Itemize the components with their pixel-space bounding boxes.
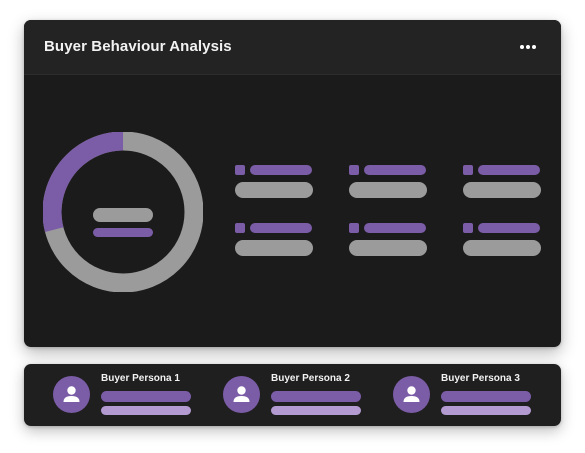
legend-label-placeholder (250, 165, 312, 175)
legend-label-placeholder (364, 223, 426, 233)
donut-center-value-placeholder (93, 228, 153, 237)
persona-bar-secondary (271, 406, 361, 415)
persona-bar-secondary (441, 406, 531, 415)
more-dot-icon (532, 45, 536, 49)
user-avatar-icon (53, 376, 90, 413)
legend-label-placeholder (478, 223, 540, 233)
user-avatar-icon (393, 376, 430, 413)
legend-value-placeholder (349, 182, 427, 198)
persona-bar-secondary (101, 406, 191, 415)
persona-card-2[interactable]: Buyer Persona 2 (223, 364, 393, 426)
more-dot-icon (526, 45, 530, 49)
legend-swatch (235, 223, 245, 233)
persona-name: Buyer Persona 2 (271, 373, 350, 384)
legend-swatch (349, 223, 359, 233)
legend-value-placeholder (235, 182, 313, 198)
legend-label-placeholder (250, 223, 312, 233)
donut-chart (43, 132, 203, 292)
card-header: Buyer Behaviour Analysis (24, 20, 561, 75)
persona-bar: Buyer Persona 1 Buyer Persona 2 Buyer Pe… (24, 364, 561, 426)
legend-swatch (463, 223, 473, 233)
persona-bar-primary (101, 391, 191, 402)
legend-swatch (349, 165, 359, 175)
persona-name: Buyer Persona 3 (441, 373, 520, 384)
more-dot-icon (520, 45, 524, 49)
analysis-card: Buyer Behaviour Analysis (24, 20, 561, 347)
legend-value-placeholder (463, 240, 541, 256)
legend-swatch (235, 165, 245, 175)
card-title: Buyer Behaviour Analysis (44, 38, 232, 55)
legend-label-placeholder (364, 165, 426, 175)
legend-swatch (463, 165, 473, 175)
user-avatar-icon (223, 376, 260, 413)
legend-label-placeholder (478, 165, 540, 175)
donut-center-label-placeholder (93, 208, 153, 222)
legend-value-placeholder (349, 240, 427, 256)
more-options-button[interactable] (519, 37, 543, 57)
legend-value-placeholder (463, 182, 541, 198)
persona-card-3[interactable]: Buyer Persona 3 (393, 364, 563, 426)
persona-bar-primary (441, 391, 531, 402)
persona-card-1[interactable]: Buyer Persona 1 (53, 364, 223, 426)
legend-value-placeholder (235, 240, 313, 256)
persona-bar-primary (271, 391, 361, 402)
persona-name: Buyer Persona 1 (101, 373, 180, 384)
